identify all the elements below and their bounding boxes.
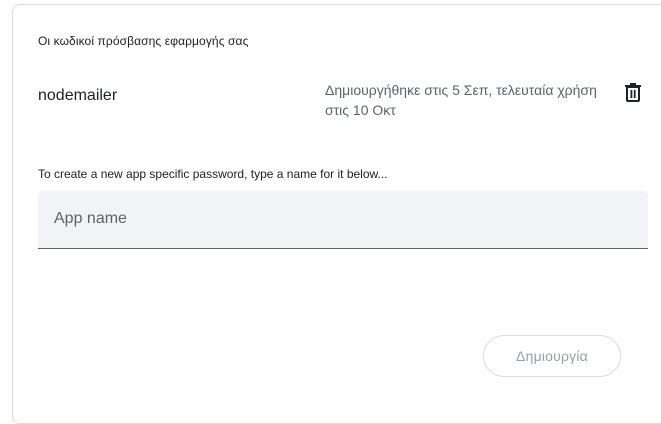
app-name-input[interactable] xyxy=(38,191,648,248)
app-password-name: nodemailer xyxy=(38,87,118,104)
create-button[interactable]: Δημιουργία xyxy=(483,335,621,377)
create-hint: To create a new app specific password, t… xyxy=(38,167,388,181)
section-title: Οι κωδικοί πρόσβασης εφαρμογής σας xyxy=(38,34,249,48)
app-password-meta: Δημιουργήθηκε στις 5 Σεπ, τελευταία χρήσ… xyxy=(325,82,597,118)
delete-app-password-button[interactable] xyxy=(618,80,648,110)
app-name-field xyxy=(38,191,648,249)
trash-icon xyxy=(624,83,642,107)
